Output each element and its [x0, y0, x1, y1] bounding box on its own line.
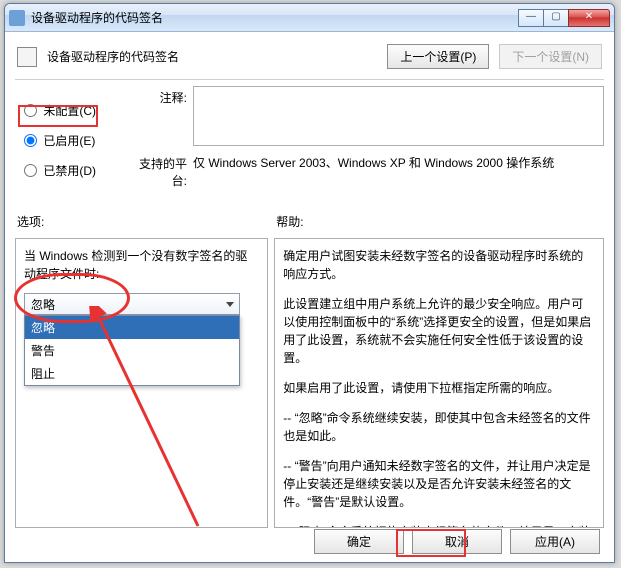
close-button[interactable]: ✕ — [568, 9, 610, 27]
options-instruction: 当 Windows 检测到一个没有数字签名的驱动程序文件时: — [24, 247, 259, 283]
header-bar: 设备驱动程序的代码签名 上一个设置(P) 下一个设置(N) — [15, 38, 604, 80]
cancel-button[interactable]: 取消 — [412, 529, 502, 554]
option-ignore[interactable]: 忽略 — [25, 316, 239, 339]
radio-not-configured-input[interactable] — [24, 104, 37, 117]
signing-combo-dropdown[interactable]: 忽略 警告 阻止 — [24, 315, 240, 386]
help-p4: -- “忽略”命令系统继续安装，即使其中包含未经签名的文件也是如此。 — [283, 409, 595, 445]
radio-not-configured-label: 未配置(C) — [43, 104, 96, 118]
help-p2: 此设置建立组中用户系统上允许的最少安全响应。用户可以使用控制面板中的“系统”选择… — [283, 295, 595, 367]
help-panel: 确定用户试图安装未经数字签名的设备驱动程序时系统的响应方式。 此设置建立组中用户… — [274, 238, 604, 528]
previous-setting-button[interactable]: 上一个设置(P) — [387, 44, 489, 69]
platform-label: 支持的平台: — [127, 152, 193, 189]
radio-enabled-input[interactable] — [24, 134, 37, 147]
options-heading: 选项: — [17, 213, 268, 230]
dialog-window: 设备驱动程序的代码签名 — ▢ ✕ 设备驱动程序的代码签名 上一个设置(P) 下… — [4, 3, 615, 563]
option-block[interactable]: 阻止 — [25, 362, 239, 385]
comment-label: 注释: — [127, 86, 193, 106]
state-radio-group: 未配置(C) 已启用(E) 已禁用(D) — [15, 94, 123, 191]
radio-disabled-label: 已禁用(D) — [43, 164, 96, 178]
app-icon — [9, 10, 25, 26]
help-p6: -- “阻止”命令系统拒绝安装未经签名的文件。结果是，安装将停止，而且将不安装驱… — [283, 523, 595, 528]
minimize-button[interactable]: — — [518, 9, 544, 27]
radio-not-configured[interactable]: 未配置(C) — [19, 101, 123, 119]
options-panel: 当 Windows 检测到一个没有数字签名的驱动程序文件时: 忽略 忽略 警告 … — [15, 238, 268, 528]
titlebar[interactable]: 设备驱动程序的代码签名 — ▢ ✕ — [5, 4, 614, 32]
radio-enabled[interactable]: 已启用(E) — [19, 131, 123, 149]
platform-value: 仅 Windows Server 2003、Windows XP 和 Windo… — [193, 152, 554, 171]
signing-combo-value: 忽略 — [31, 296, 55, 313]
window-title: 设备驱动程序的代码签名 — [31, 9, 519, 26]
next-setting-button: 下一个设置(N) — [499, 44, 602, 69]
apply-button[interactable]: 应用(A) — [510, 529, 600, 554]
maximize-button[interactable]: ▢ — [543, 9, 569, 27]
policy-title: 设备驱动程序的代码签名 — [47, 48, 377, 65]
radio-enabled-label: 已启用(E) — [43, 134, 95, 148]
option-warn[interactable]: 警告 — [25, 339, 239, 362]
policy-icon — [17, 47, 37, 67]
help-p3: 如果启用了此设置，请使用下拉框指定所需的响应。 — [283, 379, 595, 397]
help-p5: -- “警告”向用户通知未经数字签名的文件，并让用户决定是停止安装还是继续安装以… — [283, 457, 595, 511]
comment-textarea[interactable] — [193, 86, 604, 146]
help-p1: 确定用户试图安装未经数字签名的设备驱动程序时系统的响应方式。 — [283, 247, 595, 283]
radio-disabled-input[interactable] — [24, 164, 37, 177]
signing-combo[interactable]: 忽略 — [24, 293, 240, 315]
help-heading: 帮助: — [276, 213, 604, 230]
radio-disabled[interactable]: 已禁用(D) — [19, 161, 123, 179]
ok-button[interactable]: 确定 — [314, 529, 404, 554]
